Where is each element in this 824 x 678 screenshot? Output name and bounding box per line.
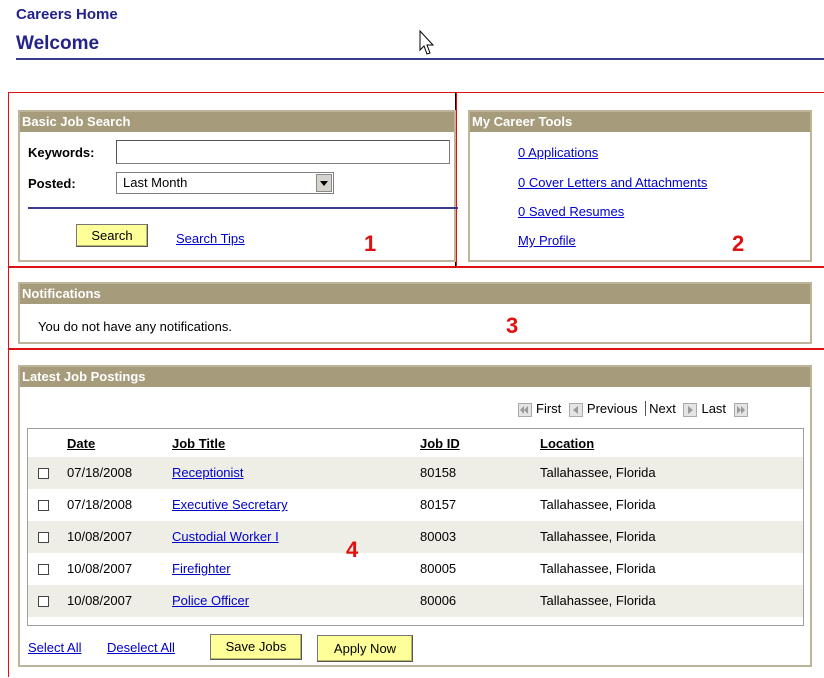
column-header-job-id[interactable]: Job ID [420,429,460,459]
first-link[interactable]: First [536,401,561,416]
cover-letters-link[interactable]: 0 Cover Letters and Attachments [518,175,707,190]
job-postings-grid: Date Job Title Job ID Location 07/18/200… [27,428,804,626]
previous-link[interactable]: Previous [587,401,638,416]
row-date: 10/08/2007 [67,561,133,576]
next-link[interactable]: Next [649,401,676,416]
grid-header-row: Date Job Title Job ID Location [28,429,803,457]
row-checkbox[interactable] [38,468,49,479]
row-location: Tallahassee, Florida [540,497,656,512]
row-location: Tallahassee, Florida [540,561,656,576]
pagination: First Previous Next Last [514,401,752,417]
dropdown-arrow-icon[interactable] [316,174,332,192]
keywords-label: Keywords: [28,145,95,160]
panel-header: My Career Tools [470,112,810,132]
keywords-input[interactable] [116,140,450,164]
posted-label: Posted: [28,176,76,191]
row-date: 10/08/2007 [67,593,133,608]
row-date: 07/18/2008 [67,497,133,512]
row-job-title-link[interactable]: Executive Secretary [172,489,288,521]
first-page-icon[interactable] [518,402,532,417]
search-divider [28,207,458,209]
table-row: 07/18/2008 Executive Secretary 80157 Tal… [28,489,803,521]
row-job-title-link[interactable]: Custodial Worker I [172,521,279,553]
deselect-all-link[interactable]: Deselect All [107,640,175,655]
search-tips-link[interactable]: Search Tips [176,231,245,246]
row-date: 10/08/2007 [67,529,133,544]
row-job-title-link[interactable]: Receptionist [172,457,244,489]
notifications-message: You do not have any notifications. [38,319,232,334]
annotation-number-3: 3 [506,313,519,338]
annotation-number-2: 2 [732,231,745,256]
row-location: Tallahassee, Florida [540,529,656,544]
page-title: Welcome [16,33,100,54]
select-all-link[interactable]: Select All [28,640,81,655]
row-job-title-link[interactable]: Police Officer [172,585,249,617]
table-row: 07/18/2008 Receptionist 80158 Tallahasse… [28,457,803,489]
save-jobs-button[interactable]: Save Jobs [210,634,302,660]
my-profile-link[interactable]: My Profile [518,233,576,248]
row-job-id: 80005 [420,561,457,576]
row-job-id: 80006 [420,593,457,608]
column-header-date[interactable]: Date [67,429,95,459]
row-checkbox[interactable] [38,564,49,575]
apply-now-button[interactable]: Apply Now [317,635,413,662]
row-date: 07/18/2008 [67,465,133,480]
panel-header: Latest Job Postings [20,367,810,387]
applications-link[interactable]: 0 Applications [518,145,598,160]
row-location: Tallahassee, Florida [540,465,656,480]
row-checkbox[interactable] [38,500,49,511]
saved-resumes-link[interactable]: 0 Saved Resumes [518,204,624,219]
breadcrumb[interactable]: Careers Home [16,6,118,23]
panel-header: Basic Job Search [20,112,454,132]
posted-selected-value: Last Month [123,175,188,190]
row-location: Tallahassee, Florida [540,593,656,608]
row-job-id: 80003 [420,529,457,544]
previous-page-icon[interactable] [568,402,583,417]
annotation-number-4: 4 [346,537,359,562]
last-page-icon[interactable] [733,402,748,417]
annotation-number-1: 1 [364,231,377,256]
search-button[interactable]: Search [76,224,148,247]
title-divider [16,58,824,60]
table-row: 10/08/2007 Police Officer 80006 Tallahas… [28,585,803,617]
panel-header: Notifications [20,284,810,304]
table-row: 10/08/2007 Firefighter 80005 Tallahassee… [28,553,803,585]
last-link[interactable]: Last [701,401,726,416]
next-page-icon[interactable] [683,402,698,417]
column-header-job-title[interactable]: Job Title [172,429,225,459]
table-row: 10/08/2007 Custodial Worker I 80003 Tall… [28,521,803,553]
row-job-id: 80158 [420,465,457,480]
column-header-location[interactable]: Location [540,429,594,459]
row-job-id: 80157 [420,497,457,512]
pagination-separator [645,401,647,416]
row-checkbox[interactable] [38,532,49,543]
row-checkbox[interactable] [38,596,49,607]
notifications-panel: Notifications [18,282,812,344]
mouse-pointer-icon [419,30,435,55]
posted-select[interactable]: Last Month [116,172,334,194]
row-job-title-link[interactable]: Firefighter [172,553,231,585]
